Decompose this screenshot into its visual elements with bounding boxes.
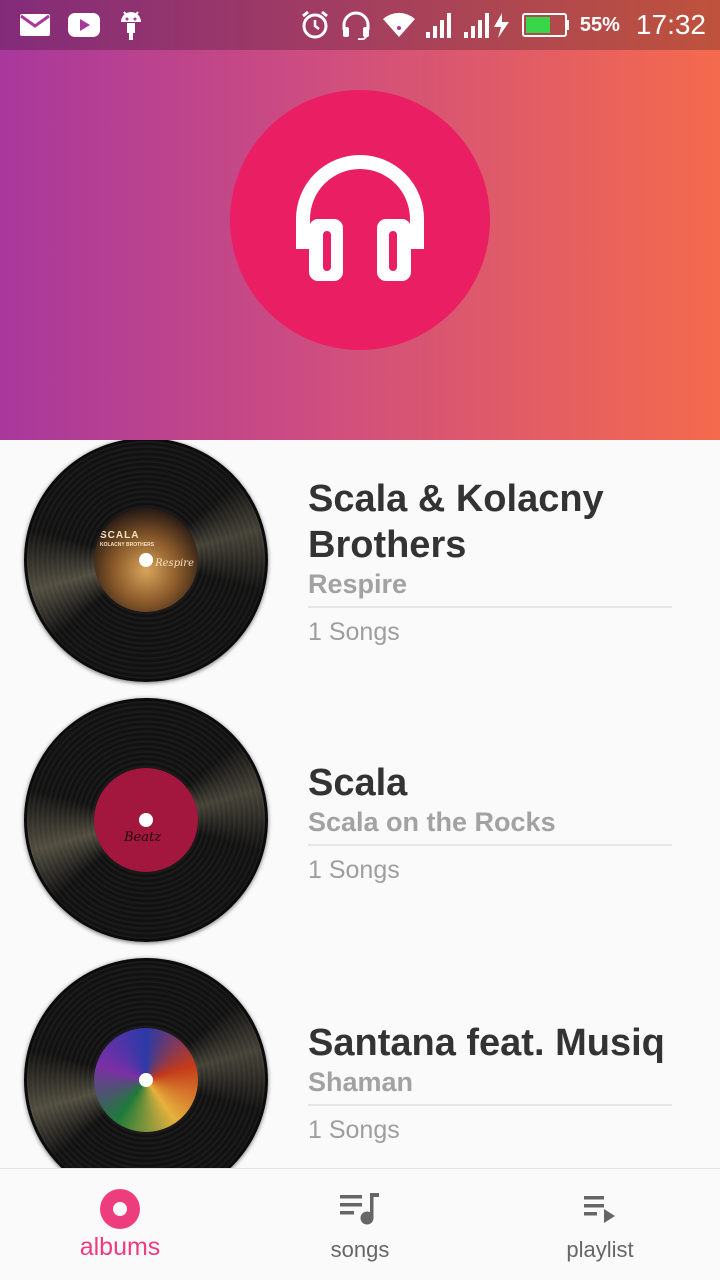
app-logo (230, 90, 490, 350)
cover-text: Respire (155, 558, 194, 569)
album-title: Respire (308, 568, 672, 608)
album-artist: Scala (308, 762, 408, 804)
song-count: 1 Songs (308, 856, 400, 884)
song-count: 1 Songs (308, 618, 400, 646)
nav-label: songs (330, 1237, 390, 1262)
signal-charging-icon (463, 12, 512, 38)
album-info: Scala Scala on the Rocks 1 Songs (308, 760, 672, 885)
nav-albums[interactable]: albums (0, 1169, 240, 1280)
youtube-icon (68, 13, 100, 37)
alarm-icon (300, 10, 330, 40)
song-count: 1 Songs (308, 1116, 400, 1144)
album-cover-label (94, 1028, 198, 1132)
headphones-icon (293, 151, 427, 290)
album-info: Santana feat. Musiq Shaman 1 Songs (308, 1020, 672, 1145)
album-info: Scala & Kolacny Brothers Respire 1 Songs (308, 476, 672, 647)
battery-percent: 55% (579, 13, 620, 36)
status-bar: 55% 17:32 (0, 0, 720, 50)
mail-icon (20, 14, 50, 36)
nav-songs[interactable]: songs (240, 1169, 480, 1280)
clock: 17:32 (635, 9, 706, 40)
cover-text: KOLACNY BROTHERS (100, 542, 155, 548)
playlist-play-icon (584, 1187, 616, 1231)
album-artist: Scala & Kolacny Brothers (308, 478, 604, 566)
nav-label: playlist (566, 1237, 634, 1262)
album-cover-label: SCALA KOLACNY BROTHERS Respire (94, 508, 198, 612)
music-list-icon (340, 1187, 380, 1231)
cover-text: SCALA (100, 530, 140, 541)
cover-text: Beatz (124, 830, 162, 845)
album-row[interactable]: Beatz Scala Scala on the Rocks 1 Songs (0, 698, 720, 960)
album-row[interactable]: Santana feat. Musiq Shaman 1 Songs (0, 958, 720, 1168)
album-row[interactable]: SCALA KOLACNY BROTHERS Respire Scala & K… (0, 440, 720, 700)
disc-icon (99, 1187, 141, 1231)
album-list[interactable]: SCALA KOLACNY BROTHERS Respire Scala & K… (0, 440, 720, 1168)
nav-playlist[interactable]: playlist (480, 1169, 720, 1280)
nav-label: albums (79, 1233, 161, 1261)
signal-icon (425, 12, 454, 38)
album-artist: Santana feat. Musiq (308, 1022, 665, 1064)
vinyl-record-icon (24, 958, 268, 1168)
wifi-icon (382, 11, 416, 39)
android-icon (118, 10, 144, 40)
vinyl-record-icon: Beatz (24, 698, 268, 942)
album-cover-label: Beatz (94, 768, 198, 872)
album-title: Scala on the Rocks (308, 806, 672, 846)
headset-icon (340, 10, 372, 40)
vinyl-record-icon: SCALA KOLACNY BROTHERS Respire (24, 440, 268, 682)
bottom-navigation: albums songs playlist (0, 1168, 720, 1280)
battery-icon (521, 12, 570, 38)
album-title: Shaman (308, 1066, 672, 1106)
header-banner: 55% 17:32 (0, 0, 720, 440)
